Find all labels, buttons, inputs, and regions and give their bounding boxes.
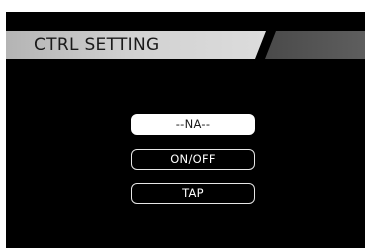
page-title: CTRL SETTING — [34, 35, 160, 55]
device-screen: CTRL SETTING --NA-- ON/OFF TAP — [6, 12, 365, 248]
option-tap-button[interactable]: TAP — [131, 183, 255, 204]
header-dark-segment — [265, 31, 365, 59]
option-on-off-button[interactable]: ON/OFF — [131, 149, 255, 170]
header-bar: CTRL SETTING — [6, 31, 365, 59]
option-na-button[interactable]: --NA-- — [131, 114, 255, 135]
